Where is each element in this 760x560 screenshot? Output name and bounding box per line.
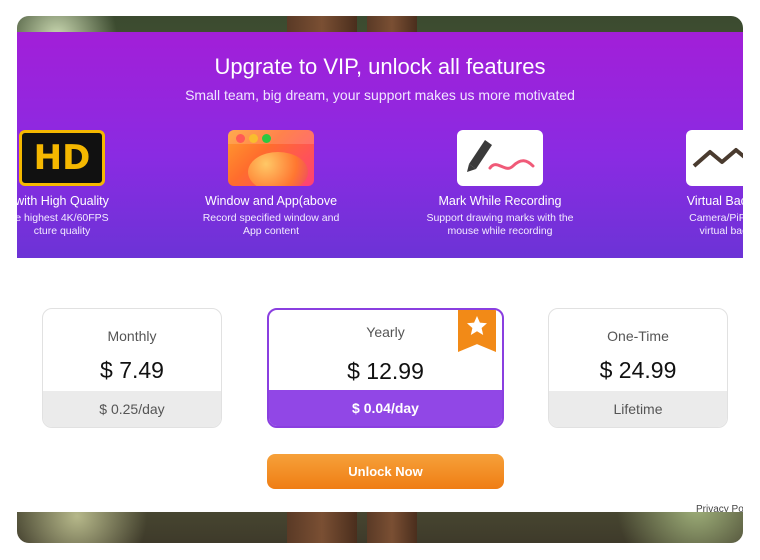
plan-name: Monthly	[107, 328, 157, 344]
plan-price: $ 12.99	[347, 358, 424, 384]
window-app-icon	[228, 130, 314, 186]
plan-price: $ 7.49	[100, 357, 164, 383]
upgrade-title: Upgrate to VIP, unlock all features	[214, 54, 546, 79]
unlock-now-button[interactable]: Unlock Now	[267, 454, 504, 489]
feature-desc: Camera/PiP recovirtual backg	[689, 212, 743, 237]
plan-card-one-time[interactable]: One-Time $ 24.99 Lifetime	[548, 308, 728, 428]
feature-name: Virtual Backgro	[686, 194, 743, 208]
plan-lifetime: Lifetime	[549, 391, 727, 427]
app-frame: Upgrate to VIP, unlock all features Smal…	[0, 0, 760, 560]
feature-name: Mark While Recording	[438, 194, 562, 208]
pen-mark-icon	[457, 130, 543, 186]
plan-per-day: $ 0.04/day	[269, 390, 502, 426]
background-window: Upgrate to VIP, unlock all features Smal…	[17, 16, 743, 543]
feature-high-quality: HD with High Quality e highest 4K/60FPS c…	[17, 130, 162, 238]
plan-price: $ 24.99	[599, 357, 677, 383]
plan-card-yearly[interactable]: Yearly $ 12.99 $ 0.04/day	[267, 308, 504, 428]
plan-per-day: $ 0.25/day	[43, 391, 221, 427]
upgrade-banner: Upgrate to VIP, unlock all features Smal…	[17, 32, 743, 258]
virtual-background-icon	[686, 130, 743, 186]
plan-card-monthly[interactable]: Monthly $ 7.49 $ 0.25/day	[42, 308, 222, 428]
privacy-policy-link[interactable]: Privacy Po	[696, 504, 743, 512]
upgrade-sheet: Upgrate to VIP, unlock all features Smal…	[17, 32, 743, 512]
feature-window-app: Window and App(above Record specified wi…	[171, 130, 371, 238]
feature-virtual-background: Virtual Backgro Camera/PiP recovirtual b…	[629, 130, 743, 238]
plan-name: Yearly	[366, 324, 405, 340]
feature-mark-recording: Mark While Recording Support drawing mar…	[400, 130, 600, 238]
hd-icon: HD	[19, 130, 105, 186]
feature-name: with High Quality	[17, 194, 109, 208]
feature-name: Window and App(above	[204, 194, 338, 208]
plan-name: One-Time	[607, 328, 669, 344]
feature-desc: Record specified window and App content	[202, 212, 340, 237]
upgrade-subtitle: Small team, big dream, your support make…	[185, 87, 575, 103]
feature-desc: e highest 4K/60FPS cture quality	[17, 212, 109, 237]
feature-desc: Support drawing marks with the mouse whil…	[426, 212, 574, 237]
